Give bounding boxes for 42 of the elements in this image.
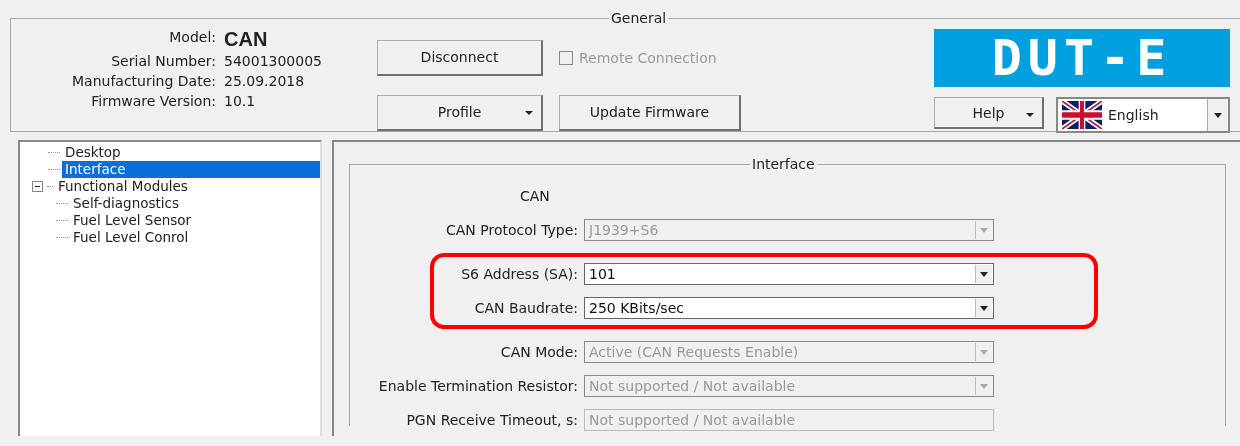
field-label: PGN Receive Timeout, s: [405,412,578,428]
group-title: General [609,10,669,26]
field-label: CAN Baudrate: [473,300,578,316]
info-value: 25.09.2018 [224,73,306,89]
dropdown-field[interactable]: 250 KBits/sec [584,297,994,319]
disconnect-button[interactable]: Disconnect [377,39,543,76]
logo: DUT-E [934,29,1230,87]
field-label: S6 Address (SA): [460,266,578,282]
dropdown-arrow-icon [980,383,988,389]
update-firmware-button[interactable]: Update Firmware [559,94,741,131]
flag-icon [1062,101,1102,129]
info-label: Manufacturing Date: [71,73,216,89]
field-label: Enable Termination Resistor: [377,378,578,394]
info-value: CAN [224,29,269,49]
dropdown-field[interactable]: 101 [584,263,994,285]
tree-item[interactable]: Functional Modules [55,178,191,195]
info-value: 54001300005 [224,53,323,69]
help-button[interactable]: Help [934,97,1044,129]
tree-item[interactable]: Self-diagnostics [70,195,183,212]
info-label: Model: [168,29,216,47]
checkbox-label: Remote Connection [579,49,717,66]
field-label: CAN Mode: [499,344,578,360]
tree-item[interactable]: Fuel Level Conrol [70,229,192,246]
dropdown-arrow-icon [980,305,988,311]
caret-icon [525,110,533,115]
group-title: Interface [750,156,817,172]
dropdown-arrow-icon [980,271,988,277]
tree-item[interactable]: Interface [62,161,320,178]
caret-icon [1026,113,1034,117]
info-label: Firmware Version: [90,93,216,109]
profile-button[interactable]: Profile [377,94,543,131]
section-heading: CAN [519,187,551,206]
collapse-icon[interactable] [32,181,43,192]
field-label: CAN Protocol Type: [445,222,578,238]
info-value: 10.1 [224,93,257,109]
tree-item[interactable]: Fuel Level Sensor [70,212,195,229]
language-dropdown[interactable]: English [1056,97,1230,133]
dropdown-arrow-icon [980,227,988,233]
info-label: Serial Number: [110,53,216,69]
dropdown-arrow-icon [1214,112,1222,118]
tree-item[interactable]: Desktop [62,144,124,161]
dropdown-arrow-icon [980,349,988,355]
